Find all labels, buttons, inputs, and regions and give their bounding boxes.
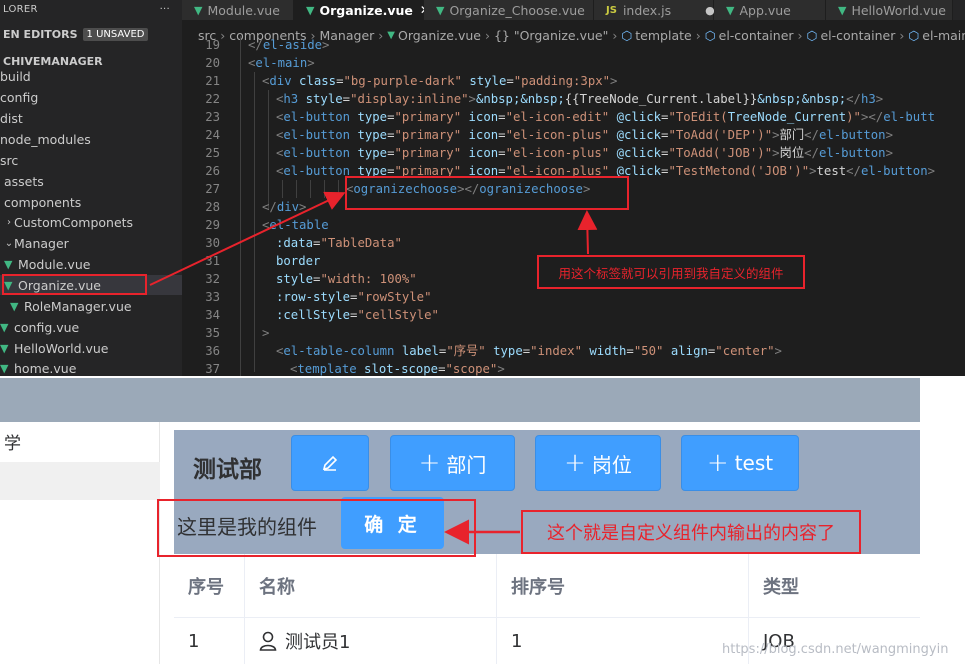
arrow-explorer-to-code (149, 191, 346, 286)
annotation-arrows (149, 191, 598, 545)
arrow-note-to-code (577, 210, 598, 255)
